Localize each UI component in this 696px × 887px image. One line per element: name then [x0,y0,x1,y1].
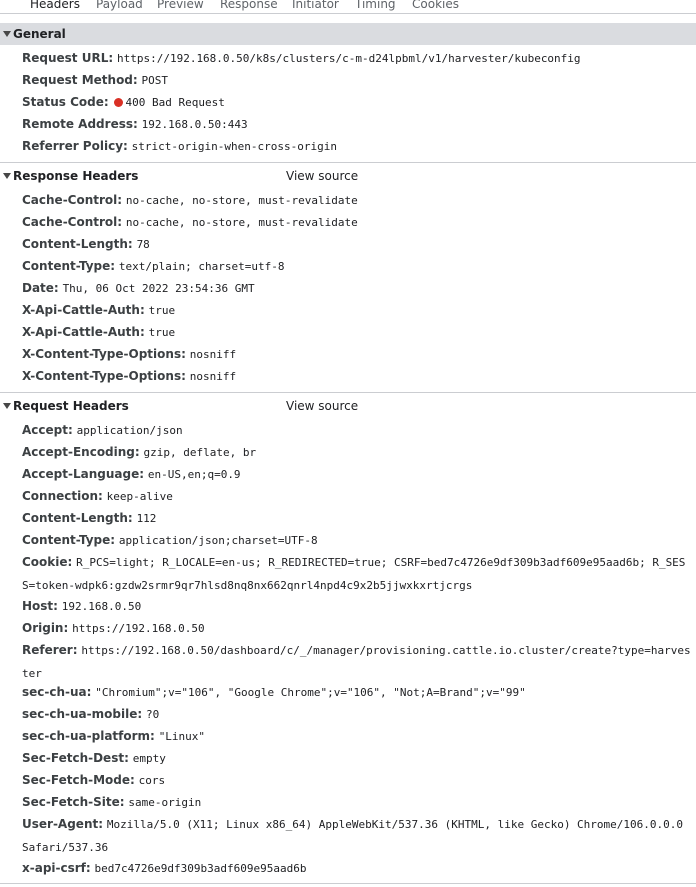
tab-cookies[interactable]: Cookies [409,0,462,13]
request-header-user-agent: User-Agent: Mozilla/5.0 (X11; Linux x86_… [22,817,684,854]
response-header-row: Cache-Control: no-cache, no-store, must-… [22,215,358,229]
request-header-row: Accept-Language: en-US,en;q=0.9 [22,467,241,481]
request-header-row: sec-ch-ua-platform: "Linux" [22,729,206,743]
request-header-row: Content-Type: application/json;charset=U… [22,533,318,547]
response-header-row: X-Api-Cattle-Auth: true [22,303,176,317]
triangle-down-icon[interactable] [3,403,11,409]
request-header-referer: Referer: https://192.168.0.50/dashboard/… [22,643,691,680]
request-headers-section-header[interactable]: Request Headers View source [0,395,696,417]
general-section-title: General [13,27,66,41]
response-header-row: Content-Type: text/plain; charset=utf-8 [22,259,285,273]
tab-response[interactable]: Response [217,0,281,13]
general-referrer-policy: Referrer Policy: strict-origin-when-cros… [22,139,337,153]
request-header-row: Host: 192.168.0.50 [22,599,142,613]
tab-timing[interactable]: Timing [352,0,399,13]
general-section-header[interactable]: General [0,23,696,45]
request-header-row: x-api-csrf: bed7c4726e9df309b3adf609e95a… [22,861,307,875]
response-header-row: Content-Length: 78 [22,237,150,251]
triangle-down-icon[interactable] [3,31,11,37]
request-header-row: Sec-Fetch-Site: same-origin [22,795,202,809]
section-divider [0,162,696,163]
response-headers-section-header[interactable]: Response Headers View source [0,165,696,187]
request-header-row: Accept-Encoding: gzip, deflate, br [22,445,257,459]
request-headers-title: Request Headers [13,399,129,413]
response-view-source-link[interactable]: View source [286,165,358,187]
tab-initiator[interactable]: Initiator [289,0,342,13]
general-request-url: Request URL: https://192.168.0.50/k8s/cl… [22,51,581,65]
response-headers-title: Response Headers [13,169,139,183]
tab-payload[interactable]: Payload [93,0,146,13]
response-header-row: X-Content-Type-Options: nosniff [22,369,237,383]
general-status-code: Status Code: 400 Bad Request [22,95,225,109]
section-divider [0,883,696,884]
request-header-row: Content-Length: 112 [22,511,157,525]
request-view-source-link[interactable]: View source [286,395,358,417]
request-header-row: sec-ch-ua-mobile: ?0 [22,707,160,721]
response-header-row: Cache-Control: no-cache, no-store, must-… [22,193,358,207]
triangle-down-icon[interactable] [3,173,11,179]
devtools-tab-bar: Headers Payload Preview Response Initiat… [0,0,696,14]
request-header-row: sec-ch-ua: "Chromium";v="106", "Google C… [22,685,526,699]
response-header-row: X-Content-Type-Options: nosniff [22,347,237,361]
request-header-row: Sec-Fetch-Mode: cors [22,773,166,787]
general-remote-address: Remote Address: 192.168.0.50:443 [22,117,248,131]
response-header-row: Date: Thu, 06 Oct 2022 23:54:36 GMT [22,281,255,295]
request-header-row: Connection: keep-alive [22,489,173,503]
request-header-row: Sec-Fetch-Dest: empty [22,751,166,765]
request-header-row: Accept: application/json [22,423,183,437]
request-header-cookie: Cookie: R_PCS=light; R_LOCALE=en-us; R_R… [22,555,686,592]
request-header-row: Origin: https://192.168.0.50 [22,621,205,635]
tab-headers[interactable]: Headers [27,0,83,13]
response-header-row: X-Api-Cattle-Auth: true [22,325,176,339]
status-error-dot-icon [114,98,124,107]
general-request-method: Request Method: POST [22,73,169,87]
tab-preview[interactable]: Preview [154,0,207,13]
section-divider [0,392,696,393]
